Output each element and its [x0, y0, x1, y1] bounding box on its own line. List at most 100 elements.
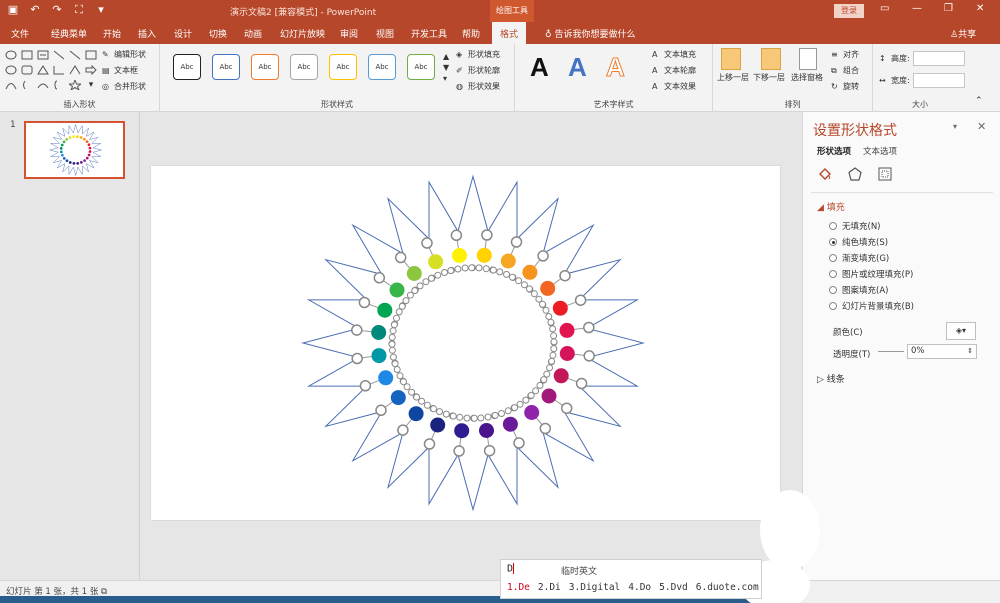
selection-handle[interactable] [543, 370, 551, 378]
width-input[interactable] [913, 73, 965, 88]
selection-handle[interactable] [463, 414, 471, 422]
shape-connector-icon[interactable] [68, 63, 82, 76]
fill-option[interactable]: 图片或纹理填充(P) [829, 268, 913, 280]
rotation-handle-icon[interactable] [560, 402, 573, 414]
selection-handle[interactable] [489, 266, 497, 274]
color-circle[interactable] [389, 282, 405, 298]
selection-handle[interactable] [542, 306, 550, 314]
selection-handle[interactable] [411, 287, 419, 295]
shape-style-preset[interactable]: Abc [290, 54, 318, 80]
color-circle[interactable] [72, 162, 76, 165]
text-box-button[interactable]: ▤ 文本框 [102, 65, 138, 76]
spinner-icon[interactable]: ⇕ [967, 345, 973, 358]
shape-textbox-icon[interactable] [36, 48, 50, 61]
fill-option[interactable]: 幻灯片背景填充(B) [829, 300, 914, 312]
shape-rect2-icon[interactable] [84, 48, 98, 61]
rotation-handle-icon[interactable] [537, 250, 549, 262]
rotation-handle-icon[interactable] [583, 350, 595, 362]
color-circle[interactable] [371, 325, 387, 340]
selection-handle[interactable] [442, 410, 450, 418]
undo-icon[interactable]: ↶ [28, 3, 42, 17]
shape-triangle-icon[interactable] [36, 63, 50, 76]
redo-icon[interactable]: ↷ [50, 3, 64, 17]
radio-button[interactable] [829, 222, 837, 230]
selection-handle[interactable] [550, 345, 558, 353]
color-circle[interactable] [79, 161, 83, 164]
shape-style-preset[interactable]: Abc [173, 54, 201, 80]
save-icon[interactable]: ▣ [6, 3, 20, 17]
color-circle[interactable] [79, 136, 83, 139]
selection-handle[interactable] [416, 282, 424, 290]
rotation-handle-icon[interactable] [513, 437, 525, 449]
radio-button[interactable] [829, 302, 837, 310]
selection-handle[interactable] [550, 338, 558, 346]
shape-outline-button[interactable]: ✐ 形状轮廓 [456, 65, 500, 76]
selection-handle[interactable] [388, 333, 396, 341]
share-button[interactable]: ♙共享 [950, 27, 976, 40]
selection-handle[interactable] [418, 397, 426, 405]
wordart-orange-outline[interactable]: A [606, 52, 626, 83]
selection-handle[interactable] [477, 414, 485, 422]
color-circle[interactable] [371, 348, 387, 364]
color-circle[interactable] [59, 147, 63, 150]
selection-handle[interactable] [408, 388, 416, 396]
rotation-handle-icon[interactable] [575, 377, 588, 390]
customize-qat-icon[interactable]: ▾ [94, 3, 108, 17]
rotation-handle-icon[interactable] [453, 445, 465, 457]
color-circle[interactable] [85, 156, 89, 160]
color-circle[interactable] [60, 153, 64, 157]
shape-more-icon[interactable]: ▾ [84, 78, 98, 91]
selection-handle[interactable] [525, 285, 533, 293]
color-circle[interactable] [454, 423, 470, 439]
selection-handle[interactable] [396, 372, 404, 380]
selection-handle[interactable] [388, 340, 396, 348]
color-circle[interactable] [428, 254, 444, 270]
selection-handle[interactable] [423, 401, 431, 409]
color-circle[interactable] [479, 423, 494, 438]
selection-pane-button[interactable]: 选择窗格 [791, 72, 823, 83]
shape-rect-icon[interactable] [20, 48, 34, 61]
effects-pentagon-icon[interactable] [847, 166, 863, 182]
shape-style-preset[interactable]: Abc [407, 54, 435, 80]
start-from-beginning-icon[interactable]: ⛶ [72, 3, 86, 17]
selection-handle[interactable] [496, 268, 504, 276]
selection-handle[interactable] [511, 404, 519, 412]
tab-classic-menu[interactable]: 经典菜单 [51, 27, 87, 40]
fill-option[interactable]: 渐变填充(G) [829, 252, 889, 264]
selection-handle[interactable] [398, 302, 406, 310]
shape-rounded-rect-icon[interactable] [20, 63, 34, 76]
tab-shape-options[interactable]: 形状选项 [817, 145, 851, 157]
color-circle[interactable] [553, 368, 569, 384]
text-fill-button[interactable]: A 文本填充 [652, 49, 696, 60]
tab-insert[interactable]: 插入 [138, 27, 156, 40]
ime-candidate[interactable]: 6.duote.com [696, 582, 759, 593]
ime-candidate[interactable]: 3.Digital [569, 582, 620, 593]
fill-section-header[interactable]: ◢ 填充 [817, 200, 845, 213]
rotation-handle-icon[interactable] [351, 324, 363, 336]
rotation-handle-icon[interactable] [450, 229, 463, 242]
selection-handle[interactable] [393, 366, 401, 373]
tab-help[interactable]: 帮助 [462, 27, 480, 40]
fill-line-icon[interactable] [817, 166, 833, 182]
color-circle[interactable] [541, 388, 557, 404]
tab-design[interactable]: 设计 [174, 27, 192, 40]
selection-handle[interactable] [484, 413, 492, 421]
shape-curve-icon[interactable] [4, 78, 18, 91]
selection-handle[interactable] [515, 277, 523, 285]
selection-handle[interactable] [400, 378, 407, 386]
gallery-more-icon[interactable]: ▾ [443, 74, 447, 83]
color-circle[interactable] [65, 159, 69, 163]
color-circle[interactable] [408, 406, 424, 422]
rotation-handle-icon[interactable] [394, 251, 407, 264]
color-circle[interactable] [87, 153, 91, 157]
selection-handle[interactable] [454, 265, 462, 273]
selection-handle[interactable] [388, 346, 396, 354]
selection-handle[interactable] [402, 297, 410, 305]
edit-shape-button[interactable]: ✎ 编辑形状 [102, 49, 146, 60]
shape-brace-icon[interactable] [52, 78, 66, 91]
selection-handle[interactable] [545, 313, 553, 320]
tab-developer[interactable]: 开发工具 [411, 27, 447, 40]
ime-candidate[interactable]: 5.Dvd [659, 582, 688, 593]
shape-oval-icon[interactable] [4, 63, 18, 76]
color-circle[interactable] [430, 417, 446, 433]
